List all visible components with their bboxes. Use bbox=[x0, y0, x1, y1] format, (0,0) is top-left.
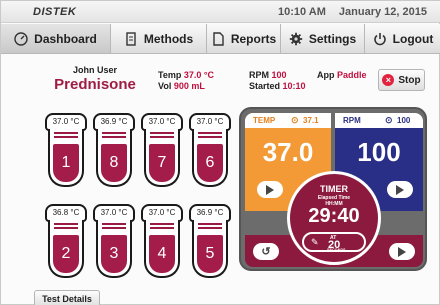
temp-play-button[interactable] bbox=[257, 181, 283, 198]
vessel-1[interactable]: 37.0 °C 1 bbox=[45, 113, 87, 188]
rpm-setpoint: 100 bbox=[397, 116, 411, 125]
document-icon bbox=[126, 31, 136, 46]
play-icon bbox=[396, 184, 404, 195]
sample-interval-button[interactable]: ✎ AT 20 SECONDS bbox=[302, 232, 366, 252]
vessel-number: 1 bbox=[53, 144, 79, 182]
target-icon: ⊙ bbox=[385, 115, 393, 125]
apparatus-info: App Paddle bbox=[317, 70, 367, 81]
started-value: 10:10 bbox=[282, 81, 306, 91]
rpm-started-info: RPM 100 Started 10:10 bbox=[249, 70, 306, 92]
vol-label: Vol bbox=[158, 81, 172, 91]
power-icon bbox=[373, 32, 386, 45]
undo-icon: ↺ bbox=[261, 246, 271, 258]
vessel-number: 3 bbox=[101, 235, 127, 273]
status-date: January 12, 2015 bbox=[338, 6, 427, 18]
temp-value: 37.0 °C bbox=[183, 70, 214, 80]
stop-icon: × bbox=[382, 74, 395, 86]
status-time: 10:10 AM bbox=[277, 6, 326, 18]
vol-value: 900 mL bbox=[173, 81, 205, 91]
target-icon: ⊙ bbox=[291, 115, 299, 125]
app-value: Paddle bbox=[337, 70, 367, 80]
vessel-body: 7 bbox=[144, 129, 180, 187]
stop-button[interactable]: × Stop bbox=[378, 69, 425, 91]
rpm-title: RPM bbox=[343, 116, 361, 125]
vessel-7[interactable]: 37.0 °C 7 bbox=[141, 113, 183, 188]
vessel-number: 7 bbox=[149, 144, 175, 182]
vessel-number: 4 bbox=[149, 235, 175, 273]
vessel-body: 2 bbox=[48, 220, 84, 278]
gauge-icon bbox=[14, 31, 28, 46]
tab-dashboard[interactable]: Dashboard bbox=[1, 24, 111, 54]
tab-label: Methods bbox=[143, 31, 194, 46]
tab-label: Logout bbox=[392, 31, 434, 46]
timer-title: TIMER bbox=[320, 184, 348, 194]
tab-label: Reports bbox=[230, 31, 277, 46]
temp-title: TEMP bbox=[253, 116, 276, 125]
started-label: Started bbox=[249, 81, 281, 91]
vessel-body: 8 bbox=[96, 129, 132, 187]
vessel-body: 5 bbox=[192, 220, 228, 278]
user-name: John User bbox=[72, 65, 117, 75]
gear-icon bbox=[289, 32, 303, 45]
test-details-button[interactable]: Test Details bbox=[34, 290, 100, 305]
vessel-4[interactable]: 37.0 °C 4 bbox=[141, 204, 183, 279]
tab-settings[interactable]: Settings bbox=[281, 24, 365, 54]
vessel-8[interactable]: 36.9 °C 8 bbox=[93, 113, 135, 188]
rpm-play-button[interactable] bbox=[387, 181, 413, 198]
rpm-value: 100 bbox=[271, 70, 287, 80]
play-icon bbox=[398, 246, 406, 257]
brand-logo: DISTEK bbox=[33, 6, 77, 18]
vessel-6[interactable]: 37.0 °C 6 bbox=[189, 113, 231, 188]
app-label: App bbox=[317, 70, 335, 80]
control-panel: TEMP ⊙ 37.1 37.0 RPM ⊙ 100 100 ↺ TIMER E… bbox=[239, 107, 427, 271]
vessel-body: 6 bbox=[192, 129, 228, 187]
temp-value: 37.0 bbox=[262, 137, 314, 167]
tab-label: Settings bbox=[308, 31, 357, 46]
timer-play-button[interactable] bbox=[389, 243, 415, 260]
vessel-number: 2 bbox=[53, 235, 79, 273]
main-nav: Dashboard Methods Reports Settings Logou… bbox=[1, 24, 440, 54]
tab-logout[interactable]: Logout bbox=[365, 24, 440, 54]
tab-methods[interactable]: Methods bbox=[111, 24, 207, 54]
vessel-2[interactable]: 36.8 °C 2 bbox=[45, 204, 87, 279]
syringe-icon: ✎ bbox=[311, 237, 319, 247]
method-name: Prednisone bbox=[54, 76, 136, 93]
interval-unit: SECONDS bbox=[327, 248, 346, 252]
temp-setpoint: 37.1 bbox=[303, 116, 319, 125]
tab-reports[interactable]: Reports bbox=[207, 24, 281, 54]
vessel-body: 1 bbox=[48, 129, 84, 187]
vessel-body: 3 bbox=[96, 220, 132, 278]
temp-vol-info: Temp 37.0 °C Vol 900 mL bbox=[158, 70, 214, 92]
stop-label: Stop bbox=[398, 74, 421, 86]
rpm-value: 100 bbox=[357, 137, 401, 167]
app-window: DISTEK 10:10 AM January 12, 2015 Dashboa… bbox=[0, 0, 440, 305]
user-block: John User Prednisone bbox=[45, 65, 145, 93]
vessel-number: 5 bbox=[197, 235, 223, 273]
run-info: John User Prednisone Temp 37.0 °C Vol 90… bbox=[1, 59, 440, 99]
tab-label: Dashboard bbox=[34, 31, 97, 46]
timer-dial[interactable]: TIMER Elapsed Time HH:MM 29:40 ✎ AT 20 S… bbox=[287, 171, 381, 265]
temp-header: TEMP ⊙ 37.1 bbox=[245, 113, 331, 128]
play-icon bbox=[266, 184, 274, 195]
vessel-body: 4 bbox=[144, 220, 180, 278]
vessel-number: 8 bbox=[101, 144, 127, 182]
timer-value: 29:40 bbox=[308, 205, 360, 227]
vessel-3[interactable]: 37.0 °C 3 bbox=[93, 204, 135, 279]
rpm-header: RPM ⊙ 100 bbox=[335, 113, 423, 128]
rpm-label: RPM bbox=[249, 70, 269, 80]
vessel-number: 6 bbox=[197, 144, 223, 182]
reset-button[interactable]: ↺ bbox=[253, 243, 279, 260]
clock: 10:10 AM January 12, 2015 bbox=[268, 6, 427, 18]
temp-label: Temp bbox=[158, 70, 182, 80]
vessel-5[interactable]: 36.9 °C 5 bbox=[189, 204, 231, 279]
status-bar: DISTEK 10:10 AM January 12, 2015 bbox=[1, 1, 440, 23]
page-icon bbox=[213, 31, 224, 46]
